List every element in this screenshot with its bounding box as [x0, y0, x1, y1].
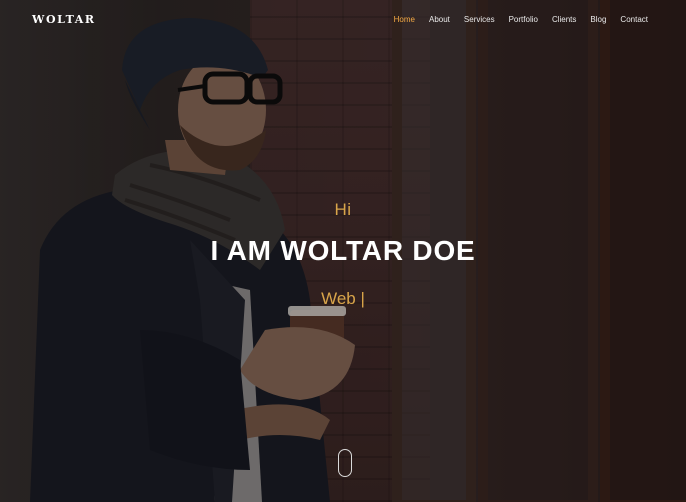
nav-home-link[interactable]: Home [387, 15, 422, 24]
site-logo[interactable]: WOLTAR [32, 13, 96, 26]
nav-services-link[interactable]: Services [457, 15, 502, 24]
main-menu: Home About Services Portfolio Clients Bl… [387, 15, 655, 24]
nav-portfolio-link[interactable]: Portfolio [502, 15, 545, 24]
hero-section: WOLTAR Home About Services Portfolio Cli… [0, 0, 686, 502]
nav-about-link[interactable]: About [422, 15, 457, 24]
hero-typed-text: Web | [321, 289, 365, 308]
nav-blog-link[interactable]: Blog [583, 15, 613, 24]
mouse-scroll-icon[interactable] [338, 449, 352, 477]
nav-clients-link[interactable]: Clients [545, 15, 583, 24]
nav-contact-link[interactable]: Contact [613, 15, 655, 24]
hero-text-block: Hi I AM WOLTAR DOE Web | [0, 200, 686, 311]
top-navbar: WOLTAR Home About Services Portfolio Cli… [0, 0, 686, 38]
hero-greeting: Hi [334, 200, 352, 219]
hero-name-heading: I AM WOLTAR DOE [210, 235, 476, 266]
